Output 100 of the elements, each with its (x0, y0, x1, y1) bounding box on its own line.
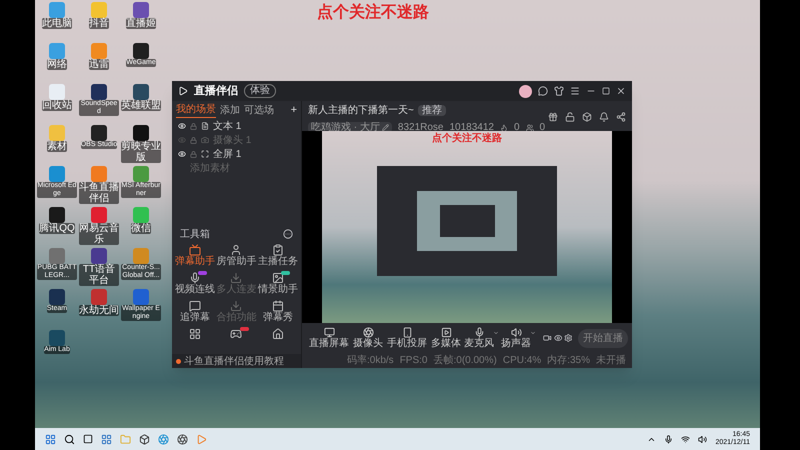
tool-button[interactable]: 视频连线 (174, 270, 216, 298)
source-label: 摄像头 1 (213, 134, 252, 148)
desktop-shortcut[interactable]: 此电脑 (37, 2, 77, 43)
microphone-icon (188, 272, 201, 284)
desktop-shortcut[interactable]: 斗鱼直播伴侣 (79, 166, 119, 207)
shortcut-label: 直播姬 (126, 18, 156, 29)
tool-button[interactable]: 房管助手 (216, 242, 258, 270)
shortcut-label: 迅雷 (89, 59, 109, 70)
grid-icon (188, 328, 201, 340)
preview-caption: 点个关注不迷路 (432, 131, 502, 146)
desktop-shortcut[interactable]: 剪映专业版 (121, 125, 161, 166)
status-text: 码率:0kb/s (347, 354, 394, 368)
gift-icon (548, 112, 558, 122)
phone-icon (402, 326, 412, 338)
tool-button[interactable]: 情景助手 (257, 270, 299, 298)
lock-icon (565, 112, 575, 122)
scene-tab[interactable]: 添加 (220, 102, 240, 118)
pencil-icon (382, 124, 389, 131)
volume-icon (698, 434, 708, 444)
desktop-shortcut[interactable]: 永劫无间 (79, 289, 119, 330)
source-label: 全屏 1 (213, 148, 242, 162)
caption-text: 点个关注不迷路 (317, 2, 429, 23)
store-icon (139, 434, 150, 444)
settings-icon (564, 333, 573, 343)
shortcut-label: 网络 (47, 59, 67, 70)
desktop-shortcut[interactable]: 素材 (37, 125, 77, 166)
avatar[interactable] (519, 84, 532, 98)
toolbox-title: 工具箱 (180, 228, 210, 242)
source-label: 文本 1 (213, 120, 242, 134)
user-icon (230, 244, 242, 256)
desktop-shortcut[interactable]: 英雄联盟 (121, 84, 161, 125)
maximize-icon (602, 87, 610, 95)
desktop-shortcut[interactable]: 直播姬 (121, 2, 161, 43)
shortcut-label: 网易云音乐 (79, 223, 119, 245)
box-icon (582, 112, 592, 122)
network-icon (681, 434, 690, 444)
camera-icon (201, 136, 209, 144)
source-item[interactable]: 文本 1 (172, 119, 301, 133)
widgets-icon (101, 434, 112, 444)
scene-tab[interactable]: 可选场 (244, 102, 274, 118)
clipboard-icon (272, 244, 284, 256)
search-icon (64, 434, 75, 444)
message-icon (538, 86, 548, 96)
stream-title[interactable]: 新人主播的下播第一天~ (308, 103, 414, 118)
shortcut-label: TT语音平台 (79, 264, 119, 286)
lock-icon (190, 122, 197, 130)
monitor-icon (324, 326, 334, 338)
likes-count: 0 (514, 121, 520, 135)
lock-icon (190, 150, 197, 158)
desktop-shortcut[interactable]: 回收站 (37, 84, 77, 125)
menu-icon (570, 86, 580, 96)
control-button[interactable]: 直播屏幕 (308, 326, 350, 350)
desktop-shortcut[interactable]: 网络 (37, 43, 77, 84)
shortcut-label: 永劫无间 (79, 305, 119, 316)
video-icon (543, 333, 552, 343)
flame-icon (500, 124, 508, 132)
shortcut-label: 回收站 (42, 100, 72, 111)
close-icon (616, 86, 626, 96)
user-name: 8321Rose (398, 121, 444, 133)
gamepad-icon (230, 328, 242, 340)
app-title: 直播伴侣 (194, 84, 238, 99)
shortcut-label: 微信 (131, 223, 151, 234)
status-text: 内存:35% (547, 354, 590, 368)
desktop-shortcut[interactable]: 网易云音乐 (79, 207, 119, 248)
control-button[interactable]: 麦克风 (464, 326, 499, 350)
microphone-icon (664, 434, 674, 444)
shirt-icon (554, 86, 564, 96)
tool-button[interactable]: 主播任务 (257, 242, 299, 270)
more-icon (283, 229, 293, 239)
desktop-shortcut[interactable]: TT语音平台 (79, 248, 119, 289)
add-source-label: 添加素材 (190, 162, 230, 176)
control-button[interactable]: 摄像头 (352, 326, 384, 350)
desktop-shortcut[interactable]: 抖音 (79, 2, 119, 43)
source-item[interactable]: 全屏 1 (172, 147, 301, 161)
control-button[interactable]: 扬声器 (501, 326, 536, 350)
share-icon (616, 112, 626, 122)
scene-tab[interactable]: 我的场景 (176, 102, 216, 118)
viewers-icon (526, 124, 534, 132)
media-icon (440, 326, 452, 338)
download-icon (230, 300, 242, 312)
bell-icon (599, 112, 609, 122)
picture-icon (272, 272, 284, 284)
room-number: 10183412 (449, 121, 494, 133)
tag: 推荐 (418, 105, 446, 116)
desktop-shortcut[interactable]: 迅雷 (79, 43, 119, 84)
lock-icon (190, 136, 197, 144)
add-button[interactable]: + (290, 102, 297, 118)
control-button[interactable]: 多媒体 (430, 326, 462, 350)
app-icon (177, 434, 188, 444)
microphone-icon (474, 326, 484, 338)
tool-button[interactable]: 弹幕秀 (257, 298, 299, 326)
start-icon (45, 434, 56, 444)
status-text: 未开播 (596, 354, 626, 368)
status-text: 丢帧:0(0.00%) (433, 354, 497, 368)
status-text: CPU:4% (502, 354, 542, 368)
control-button[interactable]: 手机投屏 (386, 326, 428, 350)
tool-button[interactable]: 追弹幕 (174, 298, 216, 326)
desktop-shortcut[interactable]: 微信 (121, 207, 161, 248)
desktop-shortcut[interactable]: 腾讯QQ (37, 207, 77, 248)
tool-button[interactable]: 弹幕助手 (174, 242, 216, 270)
